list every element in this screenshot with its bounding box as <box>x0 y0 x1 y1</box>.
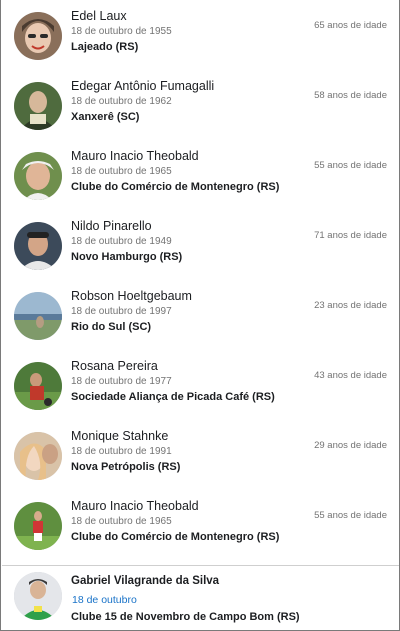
list-item[interactable]: Robson Hoeltgebaum 18 de outubro de 1997… <box>2 280 399 350</box>
person-name[interactable]: Mauro Inacio Theobald <box>71 499 199 513</box>
avatar[interactable] <box>14 222 62 270</box>
birth-date: 18 de outubro de 1955 <box>71 26 172 37</box>
age-label: 55 anos de idade <box>314 510 387 521</box>
person-location: Nova Petrópolis (RS) <box>71 461 181 473</box>
list-item[interactable]: Edel Laux 18 de outubro de 1955 Lajeado … <box>2 0 399 70</box>
birth-date: 18 de outubro <box>72 594 137 606</box>
birth-date: 18 de outubro de 1991 <box>71 446 172 457</box>
person-name[interactable]: Edegar Antônio Fumagalli <box>71 79 214 93</box>
birth-date: 18 de outubro de 1962 <box>71 96 172 107</box>
avatar[interactable] <box>14 82 62 130</box>
birth-date: 18 de outubro de 1965 <box>71 166 172 177</box>
age-label: 58 anos de idade <box>314 90 387 101</box>
avatar[interactable] <box>14 12 62 60</box>
person-name[interactable]: Edel Laux <box>71 9 127 23</box>
person-name[interactable]: Nildo Pinarello <box>71 219 152 233</box>
avatar[interactable] <box>14 362 62 410</box>
avatar[interactable] <box>14 152 62 200</box>
birth-date: 18 de outubro de 1997 <box>71 306 172 317</box>
person-name[interactable]: Rosana Pereira <box>71 359 158 373</box>
list-item[interactable]: Mauro Inacio Theobald 18 de outubro de 1… <box>2 140 399 210</box>
list-item[interactable]: Gabriel Vilagrande da Silva 18 de outubr… <box>2 565 399 630</box>
age-label: 29 anos de idade <box>314 440 387 451</box>
age-label: 43 anos de idade <box>314 370 387 381</box>
list-item[interactable]: Monique Stahnke 18 de outubro de 1991 No… <box>2 420 399 490</box>
list-item[interactable]: Mauro Inacio Theobald 18 de outubro de 1… <box>2 490 399 560</box>
birth-date: 18 de outubro de 1977 <box>71 376 172 387</box>
avatar[interactable] <box>14 572 62 620</box>
age-label: 23 anos de idade <box>314 300 387 311</box>
person-name[interactable]: Mauro Inacio Theobald <box>71 149 199 163</box>
age-label: 71 anos de idade <box>314 230 387 241</box>
person-location: Xanxerê (SC) <box>71 111 140 123</box>
list-item[interactable]: Nildo Pinarello 18 de outubro de 1949 No… <box>2 210 399 280</box>
avatar[interactable] <box>14 432 62 480</box>
person-location: Clube do Comércio de Montenegro (RS) <box>71 531 280 543</box>
person-location: Rio do Sul (SC) <box>71 321 152 333</box>
list-item[interactable]: Edegar Antônio Fumagalli 18 de outubro d… <box>2 70 399 140</box>
birth-date: 18 de outubro de 1965 <box>71 516 172 527</box>
age-label: 65 anos de idade <box>314 20 387 31</box>
list-item[interactable]: Rosana Pereira 18 de outubro de 1977 Soc… <box>2 350 399 420</box>
avatar[interactable] <box>14 292 62 340</box>
person-location: Sociedade Aliança de Picada Café (RS) <box>71 391 275 403</box>
birthday-list: Edel Laux 18 de outubro de 1955 Lajeado … <box>0 0 400 631</box>
person-name[interactable]: Monique Stahnke <box>71 429 168 443</box>
person-name[interactable]: Gabriel Vilagrande da Silva <box>71 575 219 587</box>
person-location: Clube 15 de Novembro de Campo Bom (RS) <box>71 611 300 623</box>
age-label: 55 anos de idade <box>314 160 387 171</box>
birth-date: 18 de outubro de 1949 <box>71 236 172 247</box>
avatar[interactable] <box>14 502 62 550</box>
person-name[interactable]: Robson Hoeltgebaum <box>71 289 192 303</box>
person-location: Clube do Comércio de Montenegro (RS) <box>71 181 280 193</box>
person-location: Lajeado (RS) <box>71 41 139 53</box>
person-location: Novo Hamburgo (RS) <box>71 251 183 263</box>
